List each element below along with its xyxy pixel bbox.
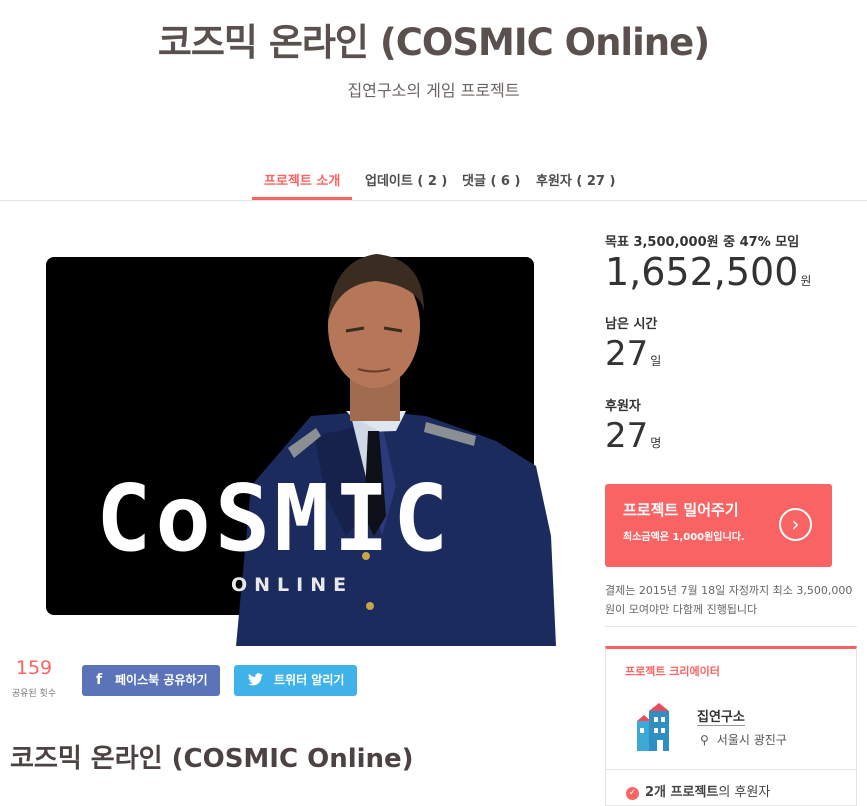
tab-backers[interactable]: 후원자 ( 27 ): [536, 170, 615, 189]
backers-count: 27 명: [605, 416, 661, 456]
check-icon: ✓: [626, 787, 639, 800]
backers-count-value: 27: [605, 416, 649, 456]
tab-updates[interactable]: 업데이트 ( 2 ): [365, 170, 447, 189]
time-left-label: 남은 시간: [605, 317, 658, 332]
share-count-label: 공유된 횟수: [11, 689, 57, 699]
hero-image: CoSMIC ONLINE: [46, 236, 556, 646]
creator-divider: [606, 769, 856, 770]
twitter-share-button[interactable]: 트위터 알리기: [234, 665, 357, 696]
backers-count-unit: 명: [650, 436, 662, 450]
notice-divider: [605, 626, 857, 627]
game-logo-subtitle: ONLINE: [231, 574, 354, 596]
support-minimum: 최소금액은 1,000원입니다.: [623, 532, 745, 543]
project-tabs: 프로젝트 소개 업데이트 ( 2 ) 댓글 ( 6 ) 후원자 ( 27 ): [0, 160, 867, 201]
time-left-value: 27: [605, 334, 649, 374]
funded-amount-unit: 원: [800, 274, 812, 288]
facebook-icon: f: [96, 672, 103, 688]
facebook-share-button[interactable]: f 페이스북 공유하기: [82, 665, 220, 696]
creator-location-text: 서울시 광진구: [716, 733, 787, 747]
support-title: 프로젝트 밀어주기: [623, 501, 739, 519]
goal-text: 목표 3,500,000원 중 47% 모임: [605, 235, 800, 250]
game-logo: CoSMIC: [96, 465, 453, 572]
creator-box: 프로젝트 크리에이터 집연구소 ⚲ 서울시 광진구 ✓ 2개 프로젝트의 후원자: [605, 646, 857, 806]
chevron-right-icon: ›: [779, 508, 812, 541]
tab-comments[interactable]: 댓글 ( 6 ): [462, 170, 520, 189]
funded-amount: 1,652,500 원: [605, 250, 811, 294]
location-pin-icon: ⚲: [700, 733, 709, 747]
backers-label: 후원자: [605, 399, 641, 414]
page-title: 코즈믹 온라인 (COSMIC Online): [157, 21, 710, 64]
facebook-share-label: 페이스북 공유하기: [115, 673, 208, 687]
page-subtitle: 집연구소의 게임 프로젝트: [347, 81, 520, 100]
creator-avatar[interactable]: [634, 701, 674, 753]
share-count: 159: [15, 657, 53, 679]
support-project-button[interactable]: 프로젝트 밀어주기 최소금액은 1,000원입니다. ›: [605, 484, 832, 567]
creator-heading: 프로젝트 크리에이터: [625, 665, 720, 678]
tab-intro[interactable]: 프로젝트 소개: [264, 170, 340, 189]
funded-amount-value: 1,652,500: [605, 250, 799, 294]
active-tab-indicator: [252, 197, 352, 200]
payment-notice: 결제는 2015년 7월 18일 자정까지 최소 3,500,000원이 모여야…: [605, 584, 853, 616]
creator-backed-projects: ✓ 2개 프로젝트의 후원자: [626, 781, 770, 800]
time-left: 27 일: [605, 334, 661, 374]
twitter-share-label: 트위터 알리기: [274, 673, 345, 687]
twitter-icon: [248, 665, 263, 696]
time-left-unit: 일: [650, 354, 662, 368]
creator-name[interactable]: 집연구소: [697, 706, 745, 726]
project-title: 코즈믹 온라인 (COSMIC Online): [10, 744, 414, 774]
creator-location: ⚲ 서울시 광진구: [700, 731, 787, 748]
